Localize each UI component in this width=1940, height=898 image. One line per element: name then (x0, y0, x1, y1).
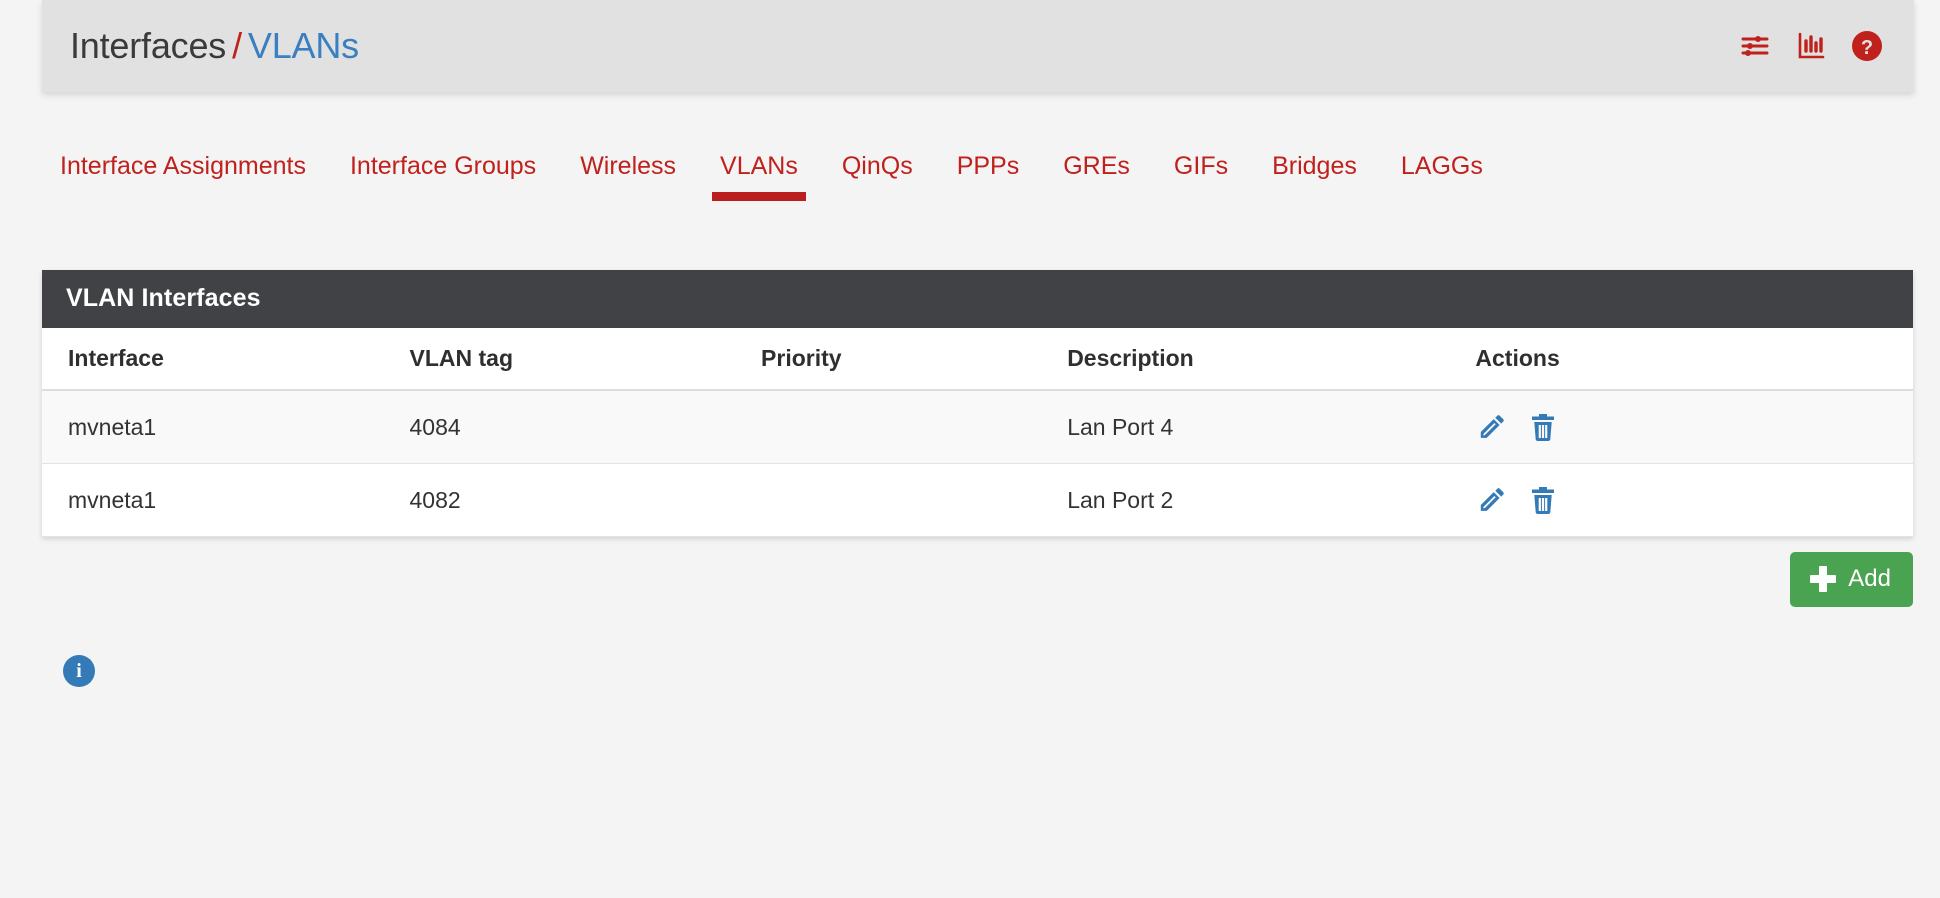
cell-description: Lan Port 2 (1051, 463, 1460, 537)
column-header-description: Description (1051, 328, 1460, 391)
vlan-interfaces-panel: VLAN Interfaces Interface VLAN tag Prior… (42, 270, 1913, 537)
table-header-row: Interface VLAN tag Priority Description … (42, 328, 1913, 391)
info-circle-icon[interactable]: i (63, 655, 95, 687)
add-button-row: Add (42, 552, 1913, 607)
tab-laggs[interactable]: LAGGs (1379, 152, 1505, 201)
cell-priority (745, 463, 1052, 537)
breadcrumb-separator: / (232, 25, 242, 66)
tab-qinqs[interactable]: QinQs (820, 152, 935, 201)
tab-gres[interactable]: GREs (1041, 152, 1152, 201)
cell-actions (1459, 390, 1913, 464)
tab-gifs[interactable]: GIFs (1152, 152, 1250, 201)
help-circle-icon[interactable]: ? (1850, 29, 1884, 63)
cell-description: Lan Port 4 (1051, 390, 1460, 464)
cell-actions (1459, 463, 1913, 537)
cell-vlan-tag: 4084 (393, 390, 746, 464)
cell-vlan-tag: 4082 (393, 463, 746, 537)
tab-ppps[interactable]: PPPs (935, 152, 1042, 201)
vlan-table: Interface VLAN tag Priority Description … (42, 328, 1913, 537)
column-header-priority: Priority (745, 328, 1052, 391)
tab-interface-assignments[interactable]: Interface Assignments (42, 152, 328, 201)
breadcrumb-parent[interactable]: Interfaces (70, 25, 226, 66)
breadcrumb-current: VLANs (247, 25, 359, 66)
table-row[interactable]: mvneta1 4084 Lan Port 4 (42, 390, 1913, 464)
tab-interface-groups[interactable]: Interface Groups (328, 152, 558, 201)
column-header-vlan-tag: VLAN tag (393, 328, 746, 391)
delete-vlan-icon[interactable] (1526, 483, 1560, 517)
edit-vlan-icon[interactable] (1475, 483, 1509, 517)
column-header-actions: Actions (1459, 328, 1913, 391)
tab-vlans[interactable]: VLANs (698, 152, 820, 201)
tab-bridges[interactable]: Bridges (1250, 152, 1379, 201)
cell-interface: mvneta1 (42, 390, 394, 464)
header-icon-group: ? (1738, 29, 1884, 63)
cell-interface: mvneta1 (42, 463, 394, 537)
table-row[interactable]: mvneta1 4082 Lan Port 2 (42, 463, 1913, 537)
chart-bar-icon[interactable] (1794, 29, 1828, 63)
edit-vlan-icon[interactable] (1475, 410, 1509, 444)
delete-vlan-icon[interactable] (1526, 410, 1560, 444)
add-button-label: Add (1848, 565, 1891, 592)
page-header: Interfaces / VLANs ? (42, 0, 1914, 92)
add-vlan-button[interactable]: Add (1790, 552, 1913, 607)
tab-bar: Interface Assignments Interface Groups W… (42, 152, 1914, 201)
cell-priority (745, 390, 1052, 464)
breadcrumb: Interfaces / VLANs (70, 25, 359, 67)
info-area: i (63, 655, 95, 687)
svg-text:?: ? (1861, 37, 1873, 59)
panel-title: VLAN Interfaces (42, 270, 1913, 328)
plus-icon (1810, 566, 1837, 592)
column-header-interface: Interface (42, 328, 394, 391)
tab-wireless[interactable]: Wireless (558, 152, 698, 201)
sliders-icon[interactable] (1738, 29, 1772, 63)
